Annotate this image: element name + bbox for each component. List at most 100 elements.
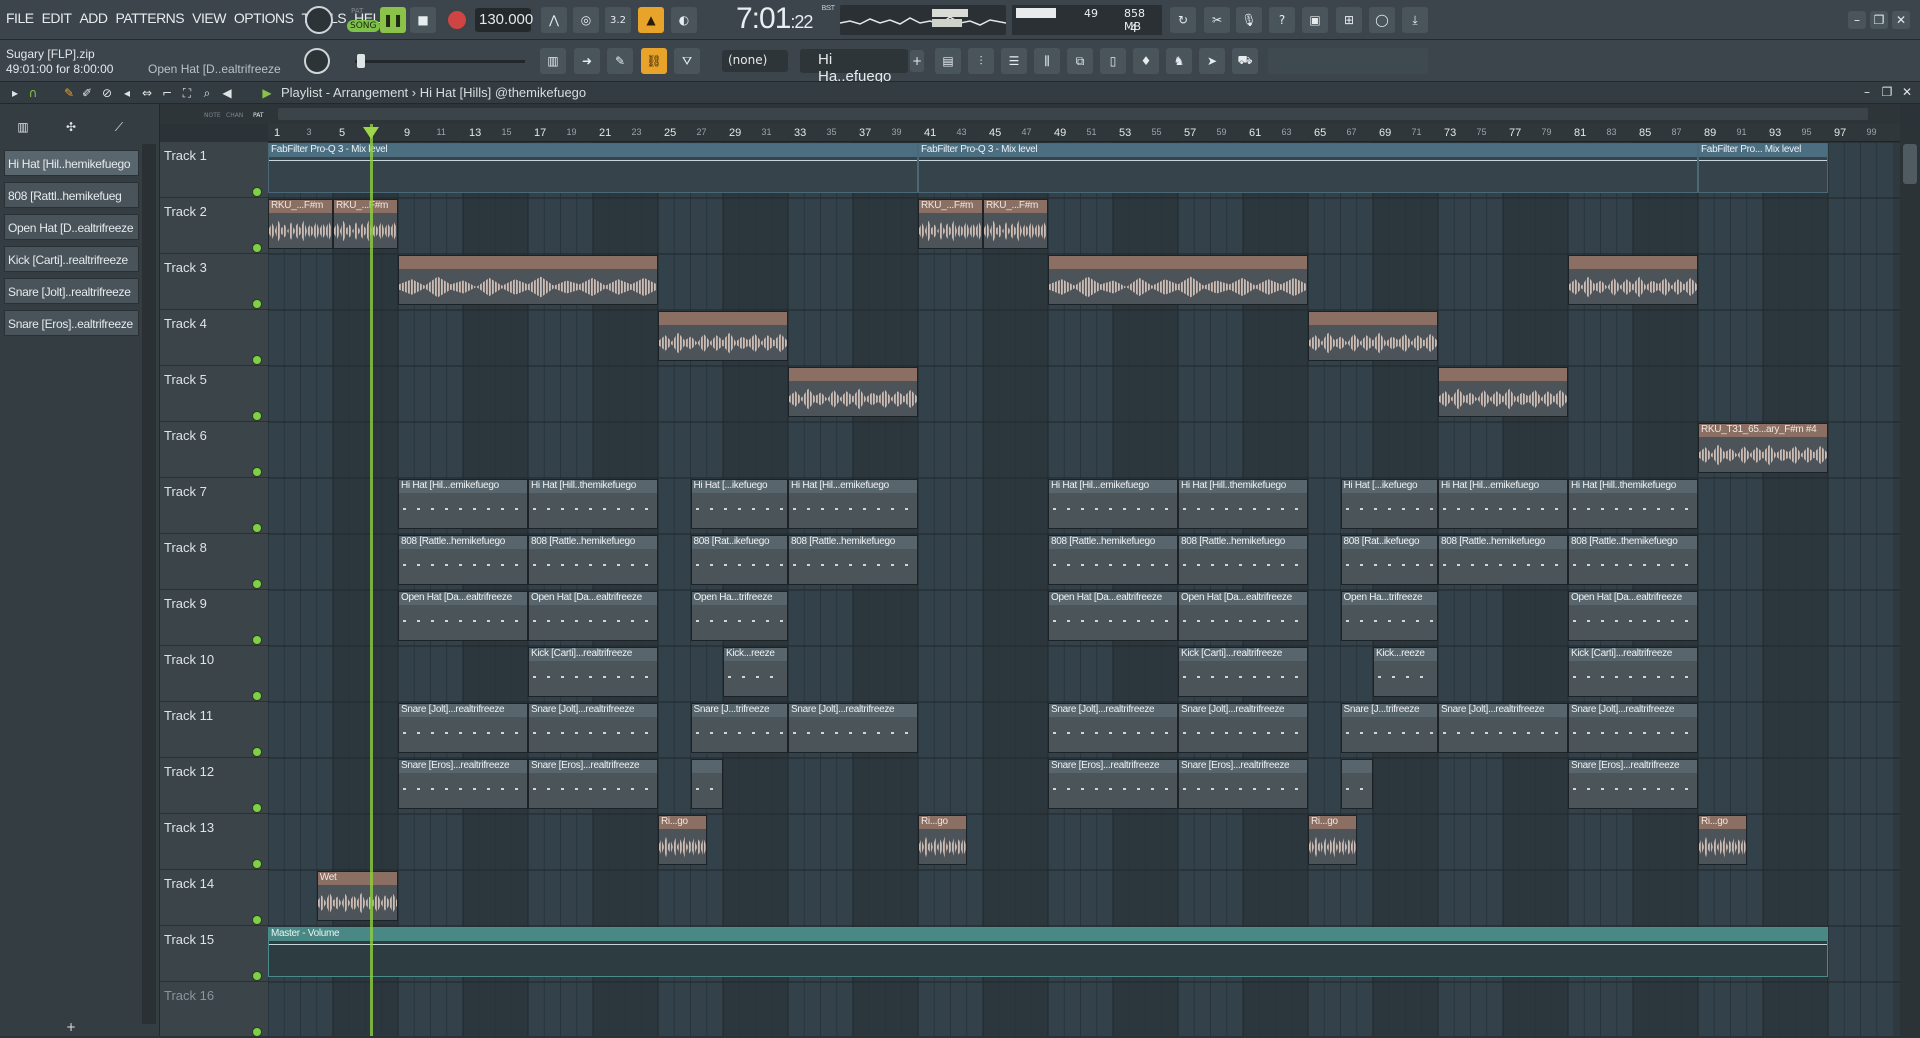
add-icon[interactable]: + — [64, 1020, 78, 1034]
close-window-icon[interactable]: ✕ — [1892, 11, 1910, 29]
track-header[interactable]: Track 15 — [160, 926, 268, 982]
wait-input-icon[interactable]: ◎ — [573, 7, 599, 33]
track-mute-led[interactable] — [253, 636, 261, 644]
pattern-clip[interactable]: 808 [Rattle..hemikefuego — [528, 535, 658, 585]
pattern-clip[interactable]: Hi Hat [Hil...emikefuego — [1438, 479, 1568, 529]
play-arrow-icon[interactable]: ▸ — [8, 86, 22, 100]
pause-button[interactable]: ❚❚ — [380, 7, 406, 33]
pattern-clip[interactable]: Kick...reeze — [1373, 647, 1438, 697]
audio-clip[interactable] — [1308, 311, 1438, 361]
automation-clip[interactable]: Master - Volume — [268, 927, 1828, 977]
record-button[interactable] — [446, 9, 468, 31]
plugin-database-icon[interactable]: ♦ — [1133, 48, 1159, 74]
help-icon[interactable]: ? — [1269, 7, 1295, 33]
track-mute-led[interactable] — [253, 468, 261, 476]
pattern-clip[interactable]: Open Hat [Da...ealtrifreeze — [528, 591, 658, 641]
shop-icon[interactable]: ⛟ — [1232, 48, 1258, 74]
track-header[interactable]: Track 9 — [160, 590, 268, 646]
piano-roll-icon[interactable]: ▥ — [540, 48, 566, 74]
audio-clip[interactable] — [1438, 367, 1568, 417]
timeline-ruler[interactable]: 1 3 5 7 9 11 13 15 17 19 21 23 25 27 29 31 33 35 37 39 41 43 4… — [268, 124, 1900, 142]
mixer-icon[interactable]: ☰ — [1001, 48, 1027, 74]
track-header[interactable]: Track 3 — [160, 254, 268, 310]
draw-tool-icon[interactable]: ✎ — [62, 86, 76, 100]
audio-clip[interactable]: RKU_...F#m — [918, 199, 983, 249]
picker-item[interactable]: Open Hat [D..ealtrifreeze — [4, 214, 139, 240]
master-volume-knob[interactable] — [305, 6, 333, 34]
pattern-clip[interactable]: Hi Hat [Hill..themikefuego — [1568, 479, 1698, 529]
picker-tab-chan[interactable]: CHAN — [226, 112, 243, 119]
render-icon[interactable]: ⊞ — [1336, 7, 1362, 33]
channel-rack-icon[interactable]: ⫶ — [968, 48, 994, 74]
automation-clip[interactable]: FabFilter Pro-Q 3 - Mix level — [268, 143, 918, 193]
track-header[interactable]: Track 13 — [160, 814, 268, 870]
track-mute-led[interactable] — [253, 748, 261, 756]
audio-clip[interactable]: Ri...go — [1308, 815, 1357, 865]
audio-clip[interactable] — [658, 311, 788, 361]
track-mute-led[interactable] — [253, 524, 261, 532]
menu-patterns[interactable]: PATTERNS — [116, 10, 185, 26]
track-mute-led[interactable] — [253, 580, 261, 588]
chat-icon[interactable]: ◯ — [1369, 7, 1395, 33]
track-mute-led[interactable] — [253, 972, 261, 980]
pattern-clip[interactable]: Snare [Eros]...realtrifreeze — [1568, 759, 1698, 809]
track-header[interactable]: Track 7 — [160, 478, 268, 534]
scroll-thumb[interactable] — [1903, 144, 1917, 184]
slip-tool-icon[interactable]: ⇔ — [140, 86, 154, 100]
pattern-clip[interactable]: Open Ha...trifreeze — [1340, 591, 1438, 641]
delete-tool-icon[interactable]: ⊘ — [100, 86, 114, 100]
automation-clip[interactable]: FabFilter Pro-Q 3 - Mix level — [918, 143, 1698, 193]
pattern-clip[interactable]: 808 [Rat..ikefuego — [1340, 535, 1438, 585]
wrapper-icon[interactable]: ➤ — [1199, 48, 1225, 74]
track-header[interactable]: Track 2 — [160, 198, 268, 254]
snap-select[interactable]: (none) — [722, 50, 788, 72]
select-tool-icon[interactable]: ⛶ — [180, 86, 194, 100]
track-header[interactable]: Track 5 — [160, 366, 268, 422]
panel-close-icon[interactable]: ✕ — [1900, 85, 1914, 99]
minimize-window-icon[interactable]: – — [1848, 11, 1866, 29]
pattern-clip[interactable]: 808 [Rattle..hemikefuego — [1178, 535, 1308, 585]
pattern-clip[interactable]: 808 [Rattle..hemikefuego — [1438, 535, 1568, 585]
slider-handle[interactable] — [357, 54, 365, 68]
pattern-clip[interactable]: Open Ha...trifreeze — [690, 591, 788, 641]
pattern-clip[interactable]: Snare [J...trifreeze — [690, 703, 788, 753]
overview-strip[interactable] — [278, 108, 1868, 120]
playlist-view-icon[interactable]: ▤ — [935, 48, 961, 74]
track-mute-led[interactable] — [253, 356, 261, 364]
track-header[interactable]: Track 6 — [160, 422, 268, 478]
browser-icon[interactable]: ▯ — [1100, 48, 1126, 74]
pattern-clip[interactable]: Snare [Eros]...realtrifreeze — [528, 759, 658, 809]
playhead-marker[interactable] — [363, 127, 379, 139]
master-volume-slider[interactable] — [355, 54, 525, 68]
magnet-icon[interactable]: ∩ — [26, 86, 40, 100]
pattern-clip[interactable]: 808 [Rattle..hemikefuego — [788, 535, 918, 585]
audio-clip[interactable] — [1568, 255, 1698, 305]
link-icon[interactable]: ⛓ — [641, 48, 667, 74]
pattern-clip[interactable]: Open Hat [Da...ealtrifreeze — [1048, 591, 1178, 641]
pattern-clip[interactable]: 808 [Rattle..hemikefuego — [398, 535, 528, 585]
track-header[interactable]: Track 4 — [160, 310, 268, 366]
track-header[interactable]: Track 10 — [160, 646, 268, 702]
menu-file[interactable]: FILE — [6, 10, 34, 26]
slice-tool-icon[interactable]: ⌐ — [160, 86, 174, 100]
track-mute-led[interactable] — [253, 188, 261, 196]
audio-clip[interactable] — [398, 255, 658, 305]
picker-tab-pat[interactable]: PAT — [253, 112, 264, 119]
pattern-clip[interactable]: Hi Hat [Hil...emikefuego — [398, 479, 528, 529]
track-header[interactable]: Track 14 — [160, 870, 268, 926]
menu-add[interactable]: ADD — [79, 10, 108, 26]
pattern-clip[interactable]: Open Hat [Da...ealtrifreeze — [398, 591, 528, 641]
pattern-clip[interactable]: Hi Hat [Hil...emikefuego — [788, 479, 918, 529]
track-mute-led[interactable] — [253, 244, 261, 252]
pattern-clip[interactable]: Hi Hat [Hill..themikefuego — [1178, 479, 1308, 529]
pattern-clip[interactable]: Snare [J...trifreeze — [1340, 703, 1438, 753]
tempo-display[interactable]: 130.000 — [475, 8, 533, 32]
save-icon[interactable]: ▣ — [1302, 7, 1328, 33]
playlist-overview[interactable]: NOTE CHAN PAT — [160, 104, 1900, 124]
stamp-icon[interactable]: ⛛ — [674, 48, 700, 74]
track-mute-led[interactable] — [253, 412, 261, 420]
vertical-scrollbar[interactable] — [1900, 124, 1920, 1036]
pattern-clip[interactable]: Snare [Eros]...realtrifreeze — [1048, 759, 1178, 809]
piano-icon[interactable]: ▥ — [16, 120, 30, 134]
audio-clip[interactable]: RKU_...F#m — [983, 199, 1048, 249]
